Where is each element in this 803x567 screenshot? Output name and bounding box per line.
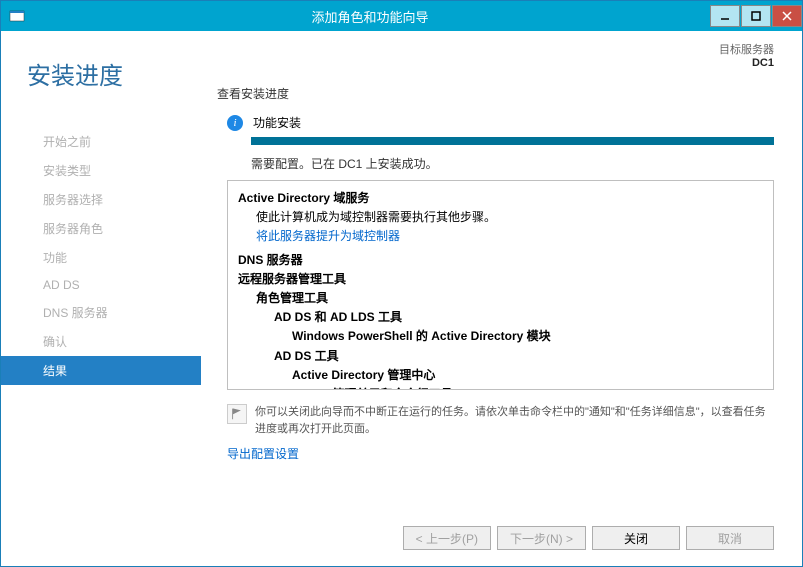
detail-rsat-title: 远程服务器管理工具 (238, 270, 763, 289)
main-panel: 目标服务器 DC1 查看安装进度 i 功能安装 需要配置。已在 DC1 上安装成… (201, 31, 802, 566)
step-before-begin[interactable]: 开始之前 (1, 127, 201, 156)
progress-fill (251, 137, 774, 145)
results-details[interactable]: Active Directory 域服务 使此计算机成为域控制器需要执行其他步骤… (227, 180, 774, 390)
flag-icon (227, 404, 247, 424)
step-confirm[interactable]: 确认 (1, 327, 201, 356)
detail-adds-title: Active Directory 域服务 (238, 189, 763, 208)
hint-row: 你可以关闭此向导而不中断正在运行的任务。请依次单击命令栏中的"通知"和"任务详细… (227, 404, 774, 437)
page-title: 安装进度 (27, 56, 201, 91)
next-button: 下一步(N) > (497, 526, 586, 550)
subtitle: 查看安装进度 (217, 85, 774, 102)
cancel-button: 取消 (686, 526, 774, 550)
export-config-link[interactable]: 导出配置设置 (227, 445, 774, 462)
titlebar: 添加角色和功能向导 (1, 1, 802, 31)
detail-ad-center: Active Directory 管理中心 (292, 366, 763, 385)
maximize-button[interactable] (741, 5, 771, 27)
status-label: 功能安装 (253, 114, 301, 131)
step-server-roles[interactable]: 服务器角色 (1, 214, 201, 243)
sidebar: 安装进度 开始之前 安装类型 服务器选择 服务器角色 功能 AD DS DNS … (1, 31, 201, 566)
detail-role-admin: 角色管理工具 (256, 289, 763, 308)
prev-button: < 上一步(P) (403, 526, 491, 550)
detail-dns-title: DNS 服务器 (238, 251, 763, 270)
promote-dc-link[interactable]: 将此服务器提升为域控制器 (256, 227, 763, 246)
button-bar: < 上一步(P) 下一步(N) > 关闭 取消 (217, 514, 774, 550)
target-label: 目标服务器 (719, 41, 774, 57)
detail-ps-module: Windows PowerShell 的 Active Directory 模块 (292, 327, 763, 346)
app-icon (9, 8, 25, 24)
step-features[interactable]: 功能 (1, 243, 201, 272)
detail-adds-tools: AD DS 工具 (274, 347, 763, 366)
status-row: i 功能安装 (227, 114, 774, 131)
step-dns[interactable]: DNS 服务器 (1, 298, 201, 327)
close-window-button[interactable] (772, 5, 802, 27)
target-value: DC1 (752, 57, 774, 69)
minimize-button[interactable] (710, 5, 740, 27)
step-server-select[interactable]: 服务器选择 (1, 185, 201, 214)
status-message: 需要配置。已在 DC1 上安装成功。 (251, 155, 774, 172)
target-server: 目标服务器 DC1 (719, 41, 774, 69)
progress-bar (251, 137, 774, 145)
detail-adds-lds-tools: AD DS 和 AD LDS 工具 (274, 308, 763, 327)
step-adds[interactable]: AD DS (1, 272, 201, 298)
close-button[interactable]: 关闭 (592, 526, 680, 550)
step-results[interactable]: 结果 (1, 356, 201, 385)
info-icon: i (227, 115, 243, 131)
step-install-type[interactable]: 安装类型 (1, 156, 201, 185)
hint-text: 你可以关闭此向导而不中断正在运行的任务。请依次单击命令栏中的"通知"和"任务详细… (255, 404, 774, 437)
wizard-steps: 开始之前 安装类型 服务器选择 服务器角色 功能 AD DS DNS 服务器 确… (1, 127, 201, 385)
detail-adds-desc: 使此计算机成为域控制器需要执行其他步骤。 (256, 208, 763, 227)
window-title: 添加角色和功能向导 (31, 7, 709, 26)
detail-ad-snapin: AD DS 管理单元和命令行工具 (292, 385, 763, 390)
